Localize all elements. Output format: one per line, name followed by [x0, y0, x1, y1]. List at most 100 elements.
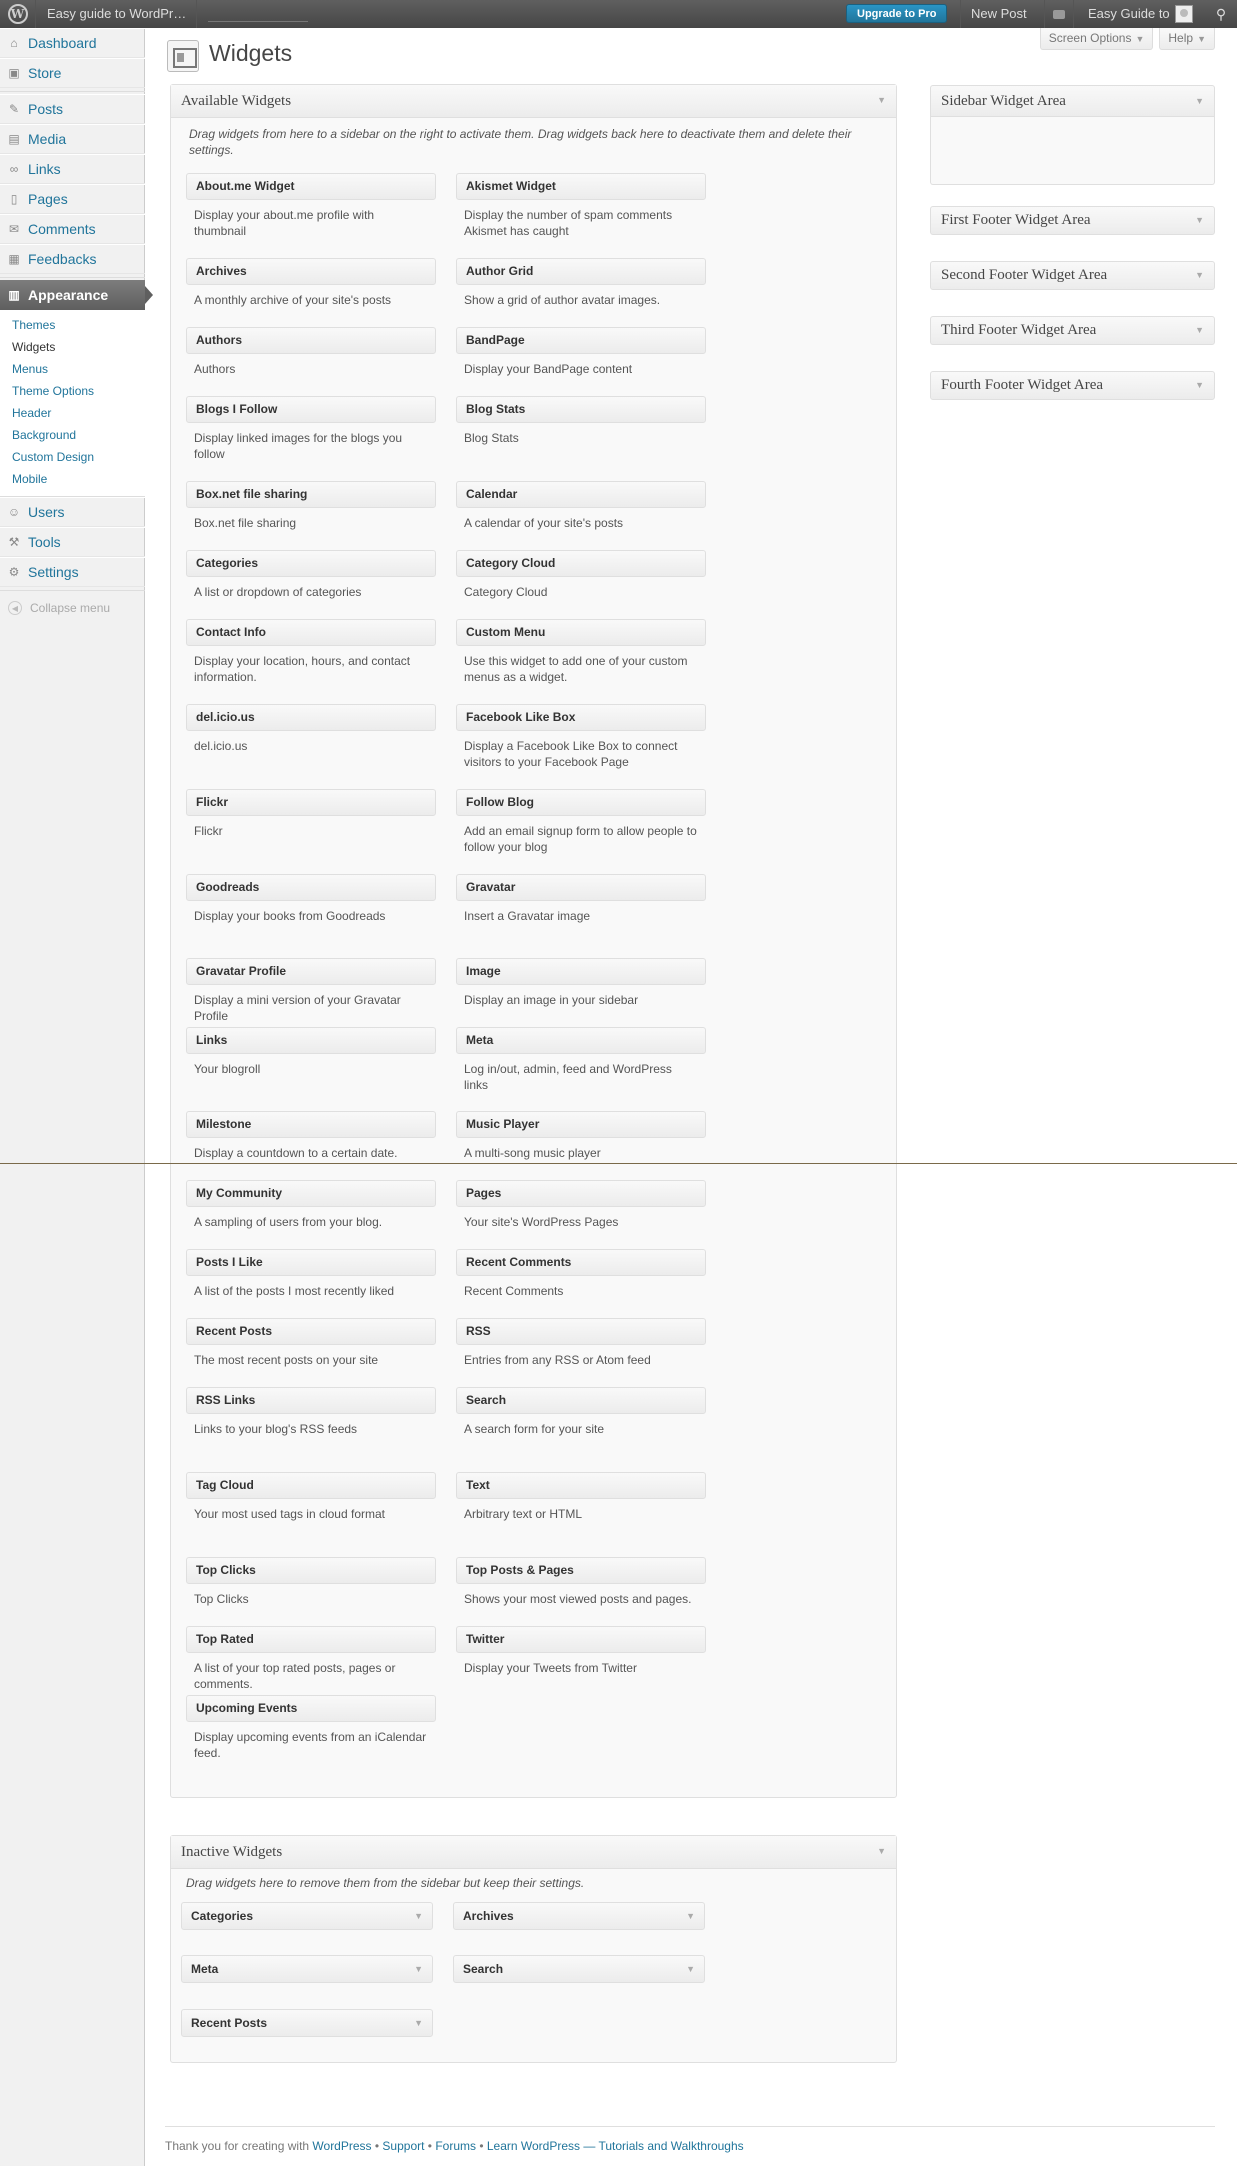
- widget-custom-menu[interactable]: Custom Menu Use this widget to add one of…: [456, 619, 706, 685]
- comments-icon[interactable]: [1044, 0, 1074, 28]
- sidebar-item-appearance[interactable]: ▥ Appearance: [0, 280, 153, 310]
- wordpress-logo-icon[interactable]: W: [0, 0, 36, 28]
- widget-title[interactable]: Top Posts & Pages: [456, 1557, 706, 1584]
- widget-title[interactable]: Posts I Like: [186, 1249, 436, 1276]
- widget-title[interactable]: About.me Widget: [186, 173, 436, 200]
- widget-facebook-like-box[interactable]: Facebook Like Box Display a Facebook Like…: [456, 704, 706, 770]
- widget-goodreads[interactable]: Goodreads Display your books from Goodrea…: [186, 874, 436, 924]
- chevron-down-icon[interactable]: ▼: [1195, 372, 1204, 399]
- sidebar-item-comments[interactable]: ✉ Comments: [0, 214, 145, 244]
- chevron-down-icon[interactable]: ▼: [686, 1903, 695, 1929]
- widget-top-posts-pages[interactable]: Top Posts & Pages Shows your most viewed …: [456, 1557, 706, 1607]
- footer-link-learn[interactable]: Learn WordPress — Tutorials and Walkthro…: [487, 2139, 744, 2153]
- search-icon[interactable]: ⚲: [1206, 0, 1236, 28]
- widget-title[interactable]: Gravatar: [456, 874, 706, 901]
- widget-my-community[interactable]: My Community A sampling of users from you…: [186, 1180, 436, 1230]
- widget-title[interactable]: Upcoming Events: [186, 1695, 436, 1722]
- widget-rss[interactable]: RSS Entries from any RSS or Atom feed: [456, 1318, 706, 1368]
- new-post-link[interactable]: New Post: [960, 0, 1037, 28]
- avatar[interactable]: [1175, 5, 1193, 23]
- widget-gravatar-profile[interactable]: Gravatar Profile Display a mini version o…: [186, 958, 436, 1024]
- help-button[interactable]: Help ▼: [1159, 28, 1215, 50]
- chevron-down-icon[interactable]: ▼: [414, 1903, 423, 1929]
- footer-link-wordpress[interactable]: WordPress: [312, 2139, 371, 2153]
- sidebar-item-media[interactable]: ▤ Media: [0, 124, 145, 154]
- widget-box-net-file-sharing[interactable]: Box.net file sharing Box.net file sharing: [186, 481, 436, 531]
- widget-top-clicks[interactable]: Top Clicks Top Clicks: [186, 1557, 436, 1607]
- widget-title[interactable]: Flickr: [186, 789, 436, 816]
- site-name-link[interactable]: Easy guide to WordPr…: [37, 0, 197, 28]
- widget-title[interactable]: RSS Links: [186, 1387, 436, 1414]
- sidebar-item-store[interactable]: ▣ Store: [0, 58, 145, 88]
- submenu-item-background[interactable]: Background: [0, 424, 145, 446]
- widget-title[interactable]: Image: [456, 958, 706, 985]
- widget-title[interactable]: Text: [456, 1472, 706, 1499]
- widget-title[interactable]: Blog Stats: [456, 396, 706, 423]
- inactive-widget-categories[interactable]: Categories ▼: [181, 1902, 433, 1930]
- widget-about-me-widget[interactable]: About.me Widget Display your about.me pro…: [186, 173, 436, 239]
- inactive-widget-meta[interactable]: Meta ▼: [181, 1955, 433, 1983]
- widget-title[interactable]: Milestone: [186, 1111, 436, 1138]
- inactive-widget-archives[interactable]: Archives ▼: [453, 1902, 705, 1930]
- widget-title[interactable]: Calendar: [456, 481, 706, 508]
- submenu-item-header[interactable]: Header: [0, 402, 145, 424]
- sidebar-item-feedbacks[interactable]: ▦ Feedbacks: [0, 244, 145, 274]
- widget-posts-i-like[interactable]: Posts I Like A list of the posts I most r…: [186, 1249, 436, 1299]
- widget-blogs-i-follow[interactable]: Blogs I Follow Display linked images for …: [186, 396, 436, 462]
- widget-title[interactable]: Facebook Like Box: [456, 704, 706, 731]
- widget-del-icio-us[interactable]: del.icio.us del.icio.us: [186, 704, 436, 754]
- widget-title[interactable]: Tag Cloud: [186, 1472, 436, 1499]
- widget-search[interactable]: Search A search form for your site: [456, 1387, 706, 1437]
- widget-title[interactable]: Goodreads: [186, 874, 436, 901]
- screen-options-button[interactable]: Screen Options ▼: [1039, 28, 1154, 50]
- widget-title[interactable]: Music Player: [456, 1111, 706, 1138]
- chevron-down-icon[interactable]: ▼: [414, 2010, 423, 2036]
- widget-author-grid[interactable]: Author Grid Show a grid of author avatar …: [456, 258, 706, 308]
- widget-gravatar[interactable]: Gravatar Insert a Gravatar image: [456, 874, 706, 924]
- account-link[interactable]: Easy Guide to: [1088, 0, 1170, 28]
- inactive-widget-recent-posts[interactable]: Recent Posts ▼: [181, 2009, 433, 2037]
- widget-title[interactable]: Links: [186, 1027, 436, 1054]
- widget-category-cloud[interactable]: Category Cloud Category Cloud: [456, 550, 706, 600]
- widget-title[interactable]: RSS: [456, 1318, 706, 1345]
- widget-title[interactable]: Custom Menu: [456, 619, 706, 646]
- submenu-item-themes[interactable]: Themes: [0, 314, 145, 336]
- widget-contact-info[interactable]: Contact Info Display your location, hours…: [186, 619, 436, 685]
- chevron-down-icon[interactable]: ▼: [1195, 317, 1204, 344]
- widget-rss-links[interactable]: RSS Links Links to your blog's RSS feeds: [186, 1387, 436, 1437]
- sidebar-area-first-footer-widget-area[interactable]: First Footer Widget Area ▼: [930, 206, 1215, 235]
- widget-recent-comments[interactable]: Recent Comments Recent Comments: [456, 1249, 706, 1299]
- widget-music-player[interactable]: Music Player A multi-song music player: [456, 1111, 706, 1161]
- sidebar-item-pages[interactable]: ▯ Pages: [0, 184, 145, 214]
- chevron-down-icon[interactable]: ▼: [414, 1956, 423, 1982]
- widget-bandpage[interactable]: BandPage Display your BandPage content: [456, 327, 706, 377]
- submenu-item-theme-options[interactable]: Theme Options: [0, 380, 145, 402]
- widget-title[interactable]: Meta: [456, 1027, 706, 1054]
- widget-akismet-widget[interactable]: Akismet Widget Display the number of spam…: [456, 173, 706, 239]
- sidebar-item-users[interactable]: ☺ Users: [0, 497, 145, 527]
- sidebar-item-links[interactable]: ∞ Links: [0, 154, 145, 184]
- widget-title[interactable]: Top Clicks: [186, 1557, 436, 1584]
- submenu-item-menus[interactable]: Menus: [0, 358, 145, 380]
- footer-link-support[interactable]: Support: [382, 2139, 424, 2153]
- widget-title[interactable]: Gravatar Profile: [186, 958, 436, 985]
- widget-pages[interactable]: Pages Your site's WordPress Pages: [456, 1180, 706, 1230]
- widget-flickr[interactable]: Flickr Flickr: [186, 789, 436, 839]
- widget-links[interactable]: Links Your blogroll: [186, 1027, 436, 1077]
- widget-upcoming-events[interactable]: Upcoming Events Display upcoming events f…: [186, 1695, 436, 1761]
- widget-title[interactable]: My Community: [186, 1180, 436, 1207]
- widget-title[interactable]: Author Grid: [456, 258, 706, 285]
- widget-top-rated[interactable]: Top Rated A list of your top rated posts,…: [186, 1626, 436, 1692]
- widget-title[interactable]: Follow Blog: [456, 789, 706, 816]
- chevron-down-icon[interactable]: ▼: [686, 1956, 695, 1982]
- widget-title[interactable]: Top Rated: [186, 1626, 436, 1653]
- submenu-item-mobile[interactable]: Mobile: [0, 468, 145, 490]
- widget-tag-cloud[interactable]: Tag Cloud Your most used tags in cloud fo…: [186, 1472, 436, 1522]
- widget-blog-stats[interactable]: Blog Stats Blog Stats: [456, 396, 706, 446]
- widget-categories[interactable]: Categories A list or dropdown of categori…: [186, 550, 436, 600]
- inactive-widget-search[interactable]: Search ▼: [453, 1955, 705, 1983]
- widget-title[interactable]: Akismet Widget: [456, 173, 706, 200]
- sidebar-area-second-footer-widget-area[interactable]: Second Footer Widget Area ▼: [930, 261, 1215, 290]
- widget-title[interactable]: Contact Info: [186, 619, 436, 646]
- widget-authors[interactable]: Authors Authors: [186, 327, 436, 377]
